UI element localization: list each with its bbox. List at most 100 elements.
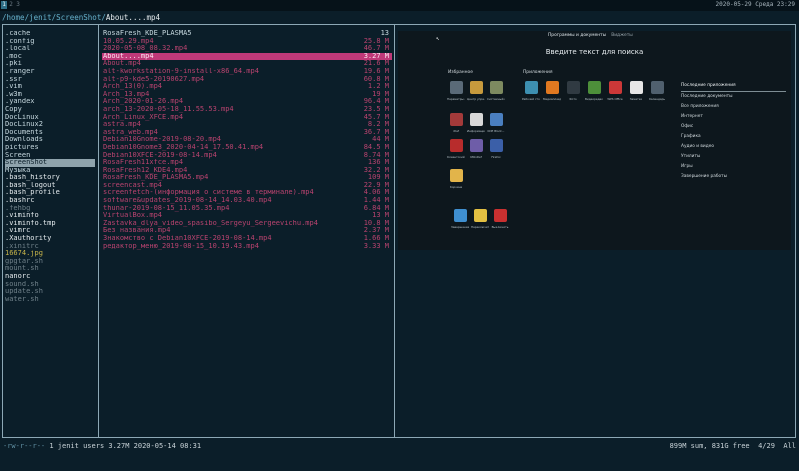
preview-app-icon (470, 81, 483, 94)
file-size: 10.8 M (363, 219, 389, 227)
workspace-1[interactable]: 1 (1, 1, 7, 9)
parent-dir-entry[interactable]: .config (5, 38, 95, 46)
file-name: Zastavka_dlya_video_spasibo_Sergeyu_Serg… (103, 219, 318, 227)
parent-dir-entry[interactable]: .cache (5, 30, 95, 38)
preview-app-label: Центр упра... (467, 97, 485, 101)
parent-dir-entry[interactable]: .ranger (5, 68, 95, 76)
file-entry[interactable]: arch_13-2020-05-18_11.55.53.mp4 23.5 M (102, 106, 392, 114)
preview-app-icon (490, 81, 503, 94)
parent-dir-entry[interactable]: .vim (5, 83, 95, 91)
file-size: 109 M (367, 174, 389, 182)
file-size: 60.8 M (363, 75, 389, 83)
file-entry[interactable]: screencast.mp4 22.9 M (102, 182, 392, 190)
file-entry[interactable]: редактор_меню_2019-08-15_10.19.43.mp4 3.3… (102, 243, 392, 251)
current-directory-column: RosaFresh_KDE_PLASMA5 13 10.05.29.mp4 25.8 … (102, 30, 392, 250)
parent-dir-entry[interactable]: .local (5, 45, 95, 53)
parent-dir-entry[interactable]: DocLinux2 (5, 121, 95, 129)
file-entry[interactable]: thunar-2019-08-15_11.05.35.mp4 6.84 M (102, 205, 392, 213)
file-size: 32.2 M (363, 166, 389, 174)
parent-dir-entry[interactable]: .bash_profile (5, 189, 95, 197)
file-size: 84.5 M (363, 143, 389, 151)
file-entry[interactable]: Arch_13(0).mp4 1.2 M (102, 83, 392, 91)
path-directory: /home/jenit/ScreenShot/ (2, 13, 106, 22)
file-entry[interactable]: Arch_2020-01-26.mp4 96.4 M (102, 98, 392, 106)
preview-menu-item: Аудио и видео (681, 144, 714, 149)
file-entry[interactable]: astra.mp4 8.2 M (102, 121, 392, 129)
file-permissions: -rw-r--r-- (3, 442, 46, 450)
preview-app-icon (450, 81, 463, 94)
file-entry[interactable]: Zastavka_dlya_video_spasibo_Sergeyu_Serg… (102, 220, 392, 228)
file-entry[interactable]: alt-p9-kde5-20190627.mp4 60.8 M (102, 76, 392, 84)
parent-dir-entry[interactable]: .bashrc (5, 197, 95, 205)
parent-dir-entry[interactable]: 16674.jpg (5, 250, 95, 258)
workspace-3[interactable]: 3 (15, 1, 21, 9)
file-name: редактор_меню_2019-08-15_10.19.43.mp4 (103, 242, 259, 250)
file-entry[interactable]: Без названия.mp4 2.37 M (102, 227, 392, 235)
workspace-2[interactable]: 2 (8, 1, 14, 9)
parent-dir-entry[interactable]: Screen (5, 152, 95, 160)
parent-dir-entry[interactable]: pictures (5, 144, 95, 152)
file-entry[interactable]: RosaFresh11xfce.mp4 136 M (102, 159, 392, 167)
parent-dir-entry[interactable]: Documents (5, 129, 95, 137)
parent-dir-entry[interactable]: nanorc (5, 273, 95, 281)
parent-dir-entry[interactable]: Музыка (5, 167, 95, 175)
file-name: Debian10XFCE-2019-08-14.mp4 (103, 151, 217, 159)
parent-dir-entry[interactable]: ScreenShot (5, 159, 95, 167)
parent-dir-entry[interactable]: .ssr (5, 76, 95, 84)
file-size: 2.37 M (363, 227, 389, 235)
parent-dir-entry[interactable]: DocLinux (5, 114, 95, 122)
file-entry[interactable]: About....mp4 3.27 M (102, 52, 392, 61)
parent-dir-entry[interactable]: Downloads (5, 136, 95, 144)
parent-dir-entry[interactable]: .vimrc (5, 227, 95, 235)
preview-app-icon (450, 113, 463, 126)
parent-dir-entry[interactable]: .bash_history (5, 174, 95, 182)
parent-dir-entry[interactable]: .Xauthority (5, 235, 95, 243)
file-entry[interactable]: astra_web.mp4 36.7 M (102, 129, 392, 137)
preview-app-icon (470, 139, 483, 152)
file-entry[interactable]: Arch_Linux_XFCE.mp4 45.7 M (102, 114, 392, 122)
parent-dir-entry[interactable]: update.sh (5, 288, 95, 296)
parent-dir-entry[interactable]: .viminfo (5, 212, 95, 220)
file-entry[interactable]: software&updates_2019-08-14_14.03.40.mp4… (102, 197, 392, 205)
file-entry[interactable]: Arch_13.mp4 19 M (102, 91, 392, 99)
file-entry[interactable]: Debian10Gnome3_2020-04-14_17.50.41.mp4 84… (102, 144, 392, 152)
parent-dir-entry[interactable]: .bash_logout (5, 182, 95, 190)
file-entry[interactable]: RosaFresh12_KDE4.mp4 32.2 M (102, 167, 392, 175)
file-name: About....mp4 (103, 52, 154, 60)
preview-app-icon (651, 81, 664, 94)
parent-dir-entry[interactable]: .moc (5, 53, 95, 61)
parent-dir-entry[interactable]: mount.sh (5, 265, 95, 273)
parent-dir-entry[interactable]: .xinitrc (5, 243, 95, 251)
parent-dir-entry[interactable]: .yandex (5, 98, 95, 106)
parent-dir-entry[interactable]: Copy (5, 106, 95, 114)
file-details: 1 jenit users 3.27M 2020-05-14 08:31 (45, 442, 202, 450)
file-entry[interactable]: VirtualBox.mp4 13 M (102, 212, 392, 220)
parent-dir-entry[interactable]: .fehbg (5, 205, 95, 213)
file-size: 4.06 M (363, 189, 389, 197)
file-size: 6.84 M (363, 204, 389, 212)
file-name: Arch_2020-01-26.mp4 (103, 98, 184, 106)
parent-dir-entry[interactable]: sound.sh (5, 281, 95, 289)
parent-dir-entry[interactable]: .pki (5, 60, 95, 68)
parent-dir-entry[interactable]: .viminfo.tmp (5, 220, 95, 228)
file-entry[interactable]: alt-kworkstation-9-install-x86_64.mp4 19.… (102, 68, 392, 76)
file-entry[interactable]: RosaFresh_KDE_PLASMA5 13 (102, 30, 392, 38)
preview-app-label: Параметры с... (447, 97, 465, 101)
file-name: Без названия.mp4 (103, 227, 171, 235)
file-name: arch_13-2020-05-18_11.55.53.mp4 (103, 105, 234, 113)
file-entry[interactable]: Debian10XFCE-2019-08-14.mp4 8.74 M (102, 152, 392, 160)
preview-menu-item: Последние документы (681, 94, 733, 99)
file-entry[interactable]: RosaFresh_KDE_PLASMA5.mp4 109 M (102, 174, 392, 182)
parent-dir-entry[interactable]: water.sh (5, 296, 95, 304)
file-name: alt-p9-kde5-20190627.mp4 (103, 75, 205, 83)
parent-dir-entry[interactable]: .w3m (5, 91, 95, 99)
parent-dir-entry[interactable]: gpgtar.sh (5, 258, 95, 266)
file-entry[interactable]: Знакомство с Debian10XFCE-2019-08-14.mp4… (102, 235, 392, 243)
file-entry[interactable]: screenfetch-(информация о системе в терм… (102, 189, 392, 197)
file-entry[interactable]: 10.05.29.mp4 25.8 M (102, 38, 392, 46)
preview-app-icon (490, 139, 503, 152)
file-entry[interactable]: 2020-05-08_08.32.mp4 46.7 M (102, 45, 392, 53)
file-entry[interactable]: Debian10Gnome-2019-08-20.mp4 44 M (102, 136, 392, 144)
file-entry[interactable]: About.mp4 21.6 M (102, 60, 392, 68)
file-name: RosaFresh_KDE_PLASMA5.mp4 (103, 174, 209, 182)
